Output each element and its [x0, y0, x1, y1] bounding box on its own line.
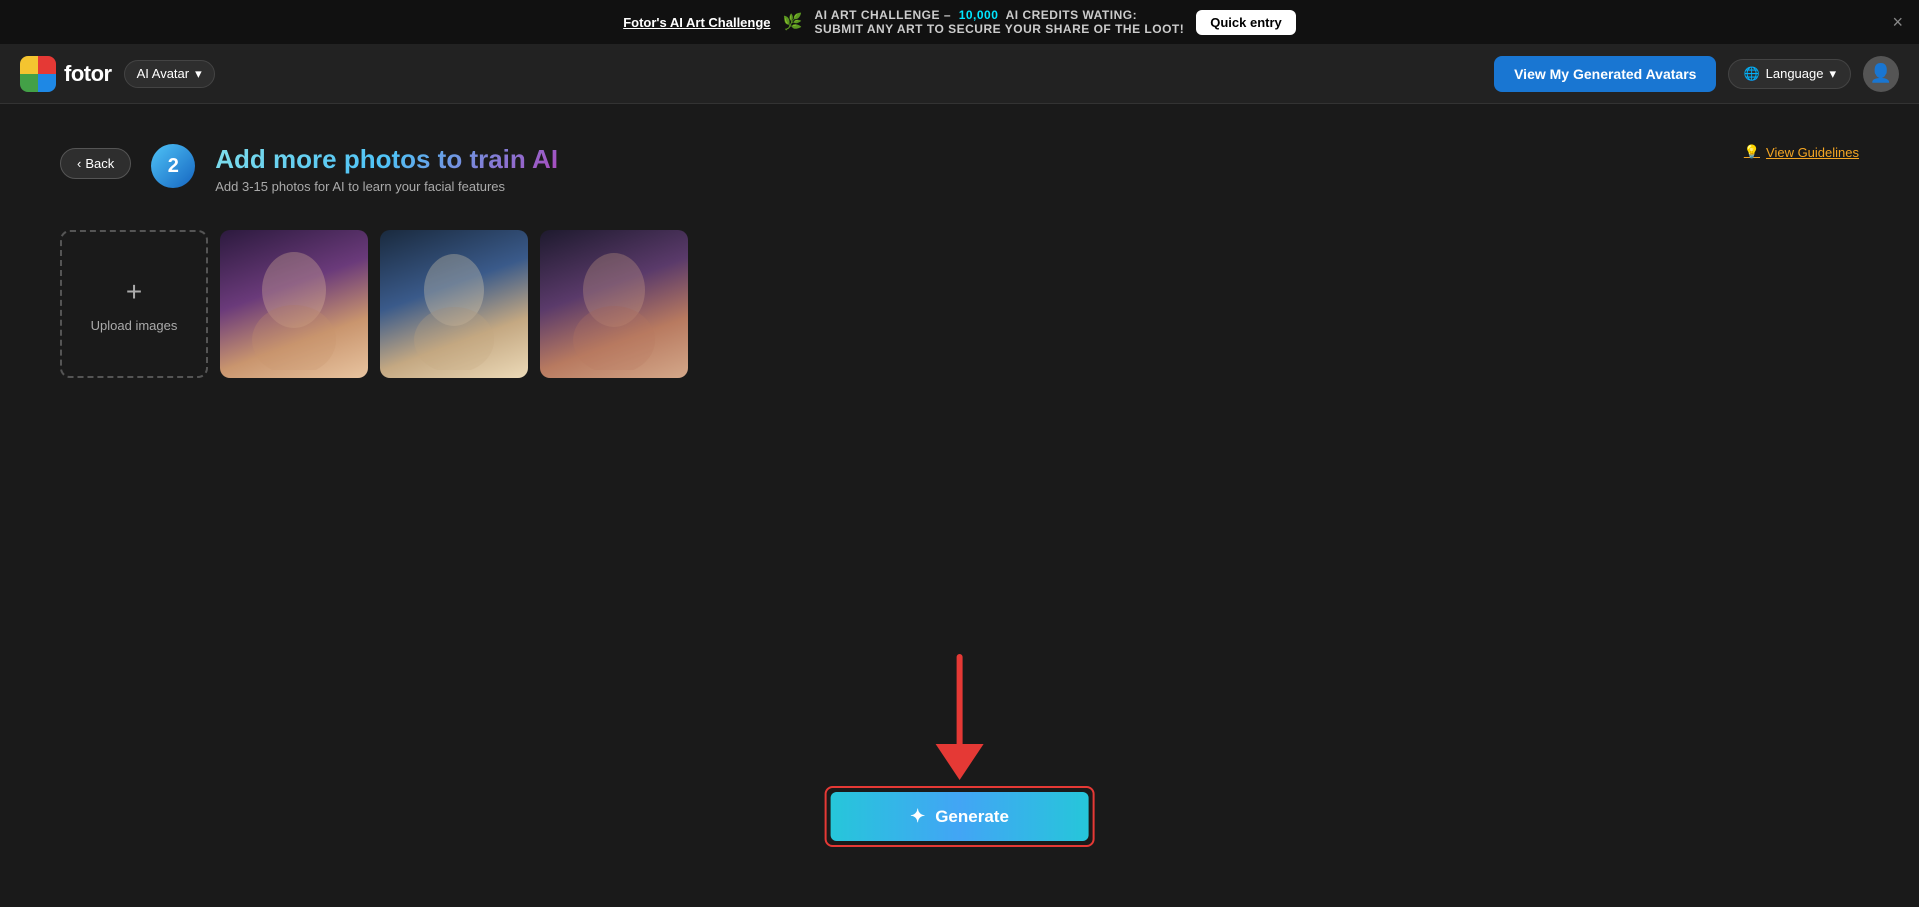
photo-card-2 [380, 230, 528, 378]
plus-icon: + [126, 276, 142, 308]
language-chevron-icon: ▾ [1829, 66, 1836, 82]
header: fotor AI Avatar ▾ View My Generated Avat… [0, 44, 1919, 104]
wand-icon: ✦ [910, 806, 925, 827]
logo-icon [20, 56, 56, 92]
bulb-icon: 💡 [1744, 144, 1760, 160]
ai-avatar-badge[interactable]: AI Avatar ▾ [124, 60, 215, 88]
banner-text: AI ART CHALLENGE – 10,000 AI CREDITS WAT… [814, 8, 1184, 36]
upload-label: Upload images [91, 318, 178, 333]
banner-prefix: AI ART CHALLENGE – [814, 8, 951, 22]
credits-highlight: 10,000 [959, 8, 999, 22]
language-label: Language [1766, 66, 1824, 81]
photo-image-1 [220, 230, 368, 378]
generate-button-wrapper: ✦ Generate [824, 786, 1095, 847]
photo-image-2 [380, 230, 528, 378]
chevron-down-icon: ▾ [195, 66, 202, 82]
generate-button[interactable]: ✦ Generate [830, 792, 1089, 841]
generate-label: Generate [935, 807, 1009, 827]
banner-cta: SUBMIT ANY ART TO SECURE YOUR SHARE OF T… [814, 22, 1184, 36]
back-label: Back [85, 156, 114, 171]
ai-avatar-label: AI Avatar [137, 66, 190, 81]
photo-card-3 [540, 230, 688, 378]
upload-box[interactable]: + Upload images [60, 230, 208, 378]
image-grid: + Upload images [60, 230, 1859, 378]
user-avatar[interactable]: 👤 [1863, 56, 1899, 92]
main-content: ‹ Back 2 Add more photos to train AI Add… [0, 104, 1919, 907]
leaf-icon: 🌿 [783, 12, 803, 32]
fotor-logo[interactable]: fotor [20, 56, 112, 92]
step-header: ‹ Back 2 Add more photos to train AI Add… [60, 144, 1859, 194]
fotor-name: fotor [64, 61, 112, 87]
photo-card-1 [220, 230, 368, 378]
arrow-annotation [935, 654, 983, 780]
step-text: Add more photos to train AI Add 3-15 pho… [215, 144, 558, 194]
top-banner: Fotor's AI Art Challenge 🌿 AI ART CHALLE… [0, 0, 1919, 44]
arrow-shaft [956, 654, 962, 744]
view-guidelines-link[interactable]: 💡 View Guidelines [1744, 144, 1859, 160]
step-number-circle: 2 [151, 144, 195, 188]
step-title: Add more photos to train AI [215, 144, 558, 175]
generate-section: ✦ Generate [824, 654, 1095, 847]
photo-image-3 [540, 230, 688, 378]
back-button[interactable]: ‹ Back [60, 148, 131, 179]
close-icon[interactable]: × [1892, 12, 1903, 33]
globe-icon: 🌐 [1743, 66, 1759, 82]
step-subtitle: Add 3-15 photos for AI to learn your fac… [215, 179, 558, 194]
challenge-link[interactable]: Fotor's AI Art Challenge [623, 15, 770, 30]
banner-suffix: AI CREDITS WATING: [1006, 8, 1137, 22]
header-right: View My Generated Avatars 🌐 Language ▾ 👤 [1494, 56, 1899, 92]
header-left: fotor AI Avatar ▾ [20, 56, 215, 92]
language-button[interactable]: 🌐 Language ▾ [1728, 59, 1851, 89]
view-avatars-button[interactable]: View My Generated Avatars [1494, 56, 1716, 92]
guidelines-label: View Guidelines [1766, 145, 1859, 160]
arrow-head [935, 744, 983, 780]
quick-entry-button[interactable]: Quick entry [1196, 10, 1296, 35]
